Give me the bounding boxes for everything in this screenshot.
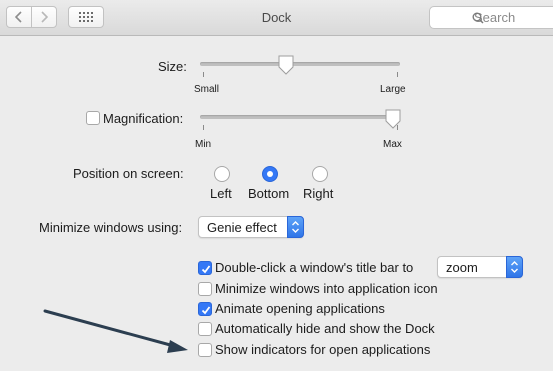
annotation-arrow-icon [43, 309, 188, 353]
dock-preferences-window: Dock Search Size: Small Large Magnificat… [0, 0, 553, 371]
